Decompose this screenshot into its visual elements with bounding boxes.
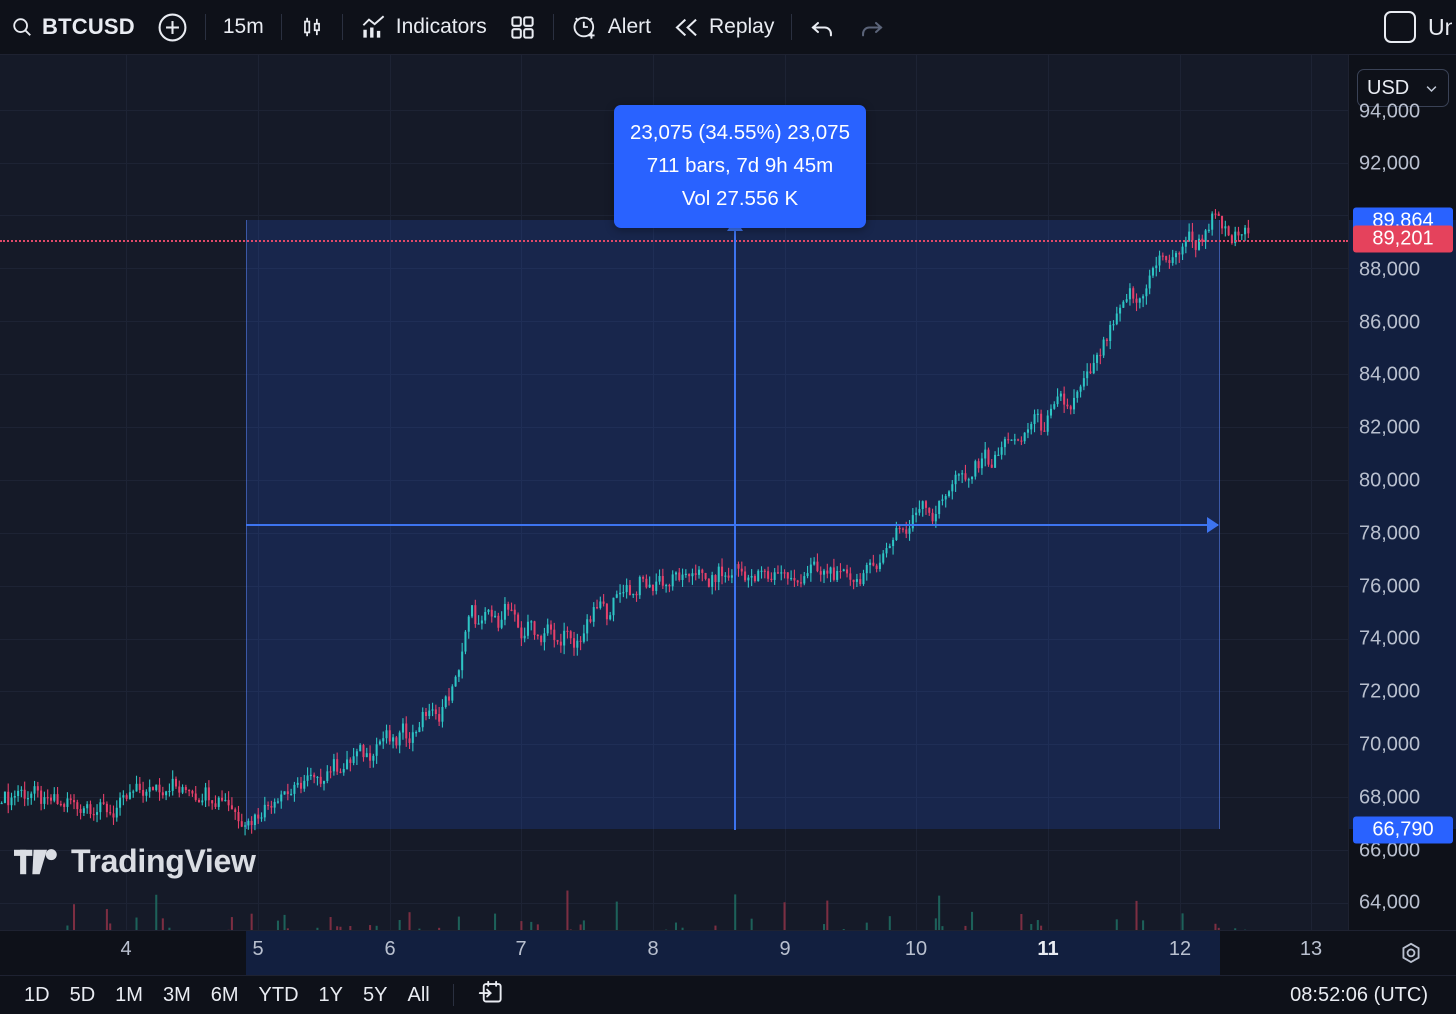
range-button-5y[interactable]: 5Y <box>353 981 397 1010</box>
grid-layout-icon <box>509 14 536 41</box>
plus-circle-icon <box>157 12 188 43</box>
price-axis-label: 74,000 <box>1359 627 1421 650</box>
time-axis-label: 8 <box>647 938 659 960</box>
time-axis-label: 9 <box>779 938 791 960</box>
layout-name-label[interactable]: Untitled <box>1428 14 1452 41</box>
replay-button[interactable]: Replay <box>662 7 785 47</box>
price-axis-label: 92,000 <box>1359 152 1421 175</box>
measure-volume: Vol 27.556 K <box>681 187 799 210</box>
time-axis[interactable]: 4 5 6 7 8 9 10 11 12 13 <box>0 930 1456 975</box>
undo-arrow-icon <box>809 14 836 41</box>
time-axis-label: 10 <box>904 938 928 960</box>
replay-label: Replay <box>708 15 775 38</box>
gear-icon[interactable] <box>1398 941 1424 972</box>
interval-label: 15m <box>222 15 264 38</box>
price-axis[interactable]: USD 94,000 92,000 88,000 86,000 84,000 8… <box>1348 55 1456 975</box>
last-price-badge: 89,201 <box>1353 225 1453 253</box>
currency-label: USD <box>1367 76 1410 99</box>
indicators-label: Indicators <box>395 15 487 38</box>
measure-horizontal-arrow <box>246 517 1219 533</box>
price-axis-label: 72,000 <box>1359 680 1421 703</box>
symbol-search-button[interactable]: BTCUSD <box>0 7 146 47</box>
square-icon[interactable] <box>1384 11 1416 43</box>
toolbar-divider <box>280 14 282 40</box>
undo-button[interactable] <box>798 7 847 47</box>
measure-bars-duration: 711 bars, 7d 9h 45m <box>646 154 834 177</box>
chart-style-button[interactable] <box>288 7 336 47</box>
interval-button[interactable]: 15m <box>212 7 275 47</box>
measure-tooltip: 23,075 (34.55%) 23,075 711 bars, 7d 9h 4… <box>614 105 866 228</box>
price-axis-label: 68,000 <box>1359 786 1421 809</box>
toolbar-right-group: Untitled <box>1384 11 1456 43</box>
price-axis-label: 70,000 <box>1359 733 1421 756</box>
toolbar-divider <box>791 14 793 40</box>
toolbar-divider <box>552 14 554 40</box>
range-button-all[interactable]: All <box>397 981 439 1010</box>
range-button-1y[interactable]: 1Y <box>309 981 353 1010</box>
bottom-toolbar: 1D 5D 1M 3M 6M YTD 1Y 5Y All 08:52:06 (U… <box>0 975 1456 1014</box>
symbol-label: BTCUSD <box>42 14 135 39</box>
range-button-1d[interactable]: 1D <box>14 981 60 1010</box>
tradingview-chart-app: BTCUSD 15m Indicators Alert Replay Un 23… <box>0 0 1456 1014</box>
indicators-button[interactable]: Indicators <box>349 7 498 47</box>
add-symbol-button[interactable] <box>146 7 199 47</box>
search-icon <box>11 16 33 38</box>
price-pane[interactable]: 23,075 (34.55%) 23,075 711 bars, 7d 9h 4… <box>0 55 1348 975</box>
toolbar-divider <box>341 14 343 40</box>
candlestick-icon <box>299 14 325 40</box>
goto-date-calendar-icon[interactable] <box>467 976 514 1014</box>
time-axis-label: 12 <box>1168 938 1192 960</box>
alert-button[interactable]: Alert <box>560 7 662 47</box>
time-axis-label: 6 <box>384 938 396 960</box>
range-button-ytd[interactable]: YTD <box>249 981 309 1010</box>
layout-button[interactable] <box>498 7 547 47</box>
alarm-clock-plus-icon <box>571 13 599 41</box>
toolbar-divider <box>204 14 206 40</box>
range-button-1m[interactable]: 1M <box>105 981 153 1010</box>
measure-price-delta: 23,075 (34.55%) 23,075 <box>630 121 850 144</box>
price-axis-label: 94,000 <box>1359 100 1421 123</box>
time-axis-label: 5 <box>252 938 264 960</box>
low-price-badge: 66,790 <box>1353 816 1453 844</box>
price-axis-label: 80,000 <box>1359 469 1421 492</box>
price-axis-label: 76,000 <box>1359 575 1421 598</box>
chart-area[interactable]: 23,075 (34.55%) 23,075 711 bars, 7d 9h 4… <box>0 55 1456 975</box>
redo-button[interactable] <box>847 7 896 47</box>
last-price-line <box>0 240 1348 242</box>
price-axis-label: 88,000 <box>1359 258 1421 281</box>
price-axis-label: 86,000 <box>1359 311 1421 334</box>
clock-label: 08:52:06 (UTC) <box>1290 983 1428 1006</box>
redo-arrow-icon <box>858 14 885 41</box>
time-axis-label: 4 <box>120 938 132 960</box>
bottom-toolbar-divider <box>452 984 454 1006</box>
indicators-chart-icon <box>360 14 387 41</box>
range-button-5d[interactable]: 5D <box>60 981 106 1010</box>
alert-label: Alert <box>607 15 651 38</box>
range-button-3m[interactable]: 3M <box>153 981 201 1010</box>
rewind-icon <box>673 14 700 41</box>
time-axis-label: 13 <box>1299 938 1323 960</box>
time-axis-label: 11 <box>1037 938 1059 960</box>
time-axis-label: 7 <box>515 938 527 960</box>
price-axis-label: 78,000 <box>1359 522 1421 545</box>
top-toolbar: BTCUSD 15m Indicators Alert Replay Un <box>0 0 1456 55</box>
price-axis-label: 64,000 <box>1359 891 1421 914</box>
chevron-down-icon <box>1424 81 1439 96</box>
range-button-6m[interactable]: 6M <box>201 981 249 1010</box>
price-axis-label: 82,000 <box>1359 416 1421 439</box>
price-axis-label: 84,000 <box>1359 363 1421 386</box>
